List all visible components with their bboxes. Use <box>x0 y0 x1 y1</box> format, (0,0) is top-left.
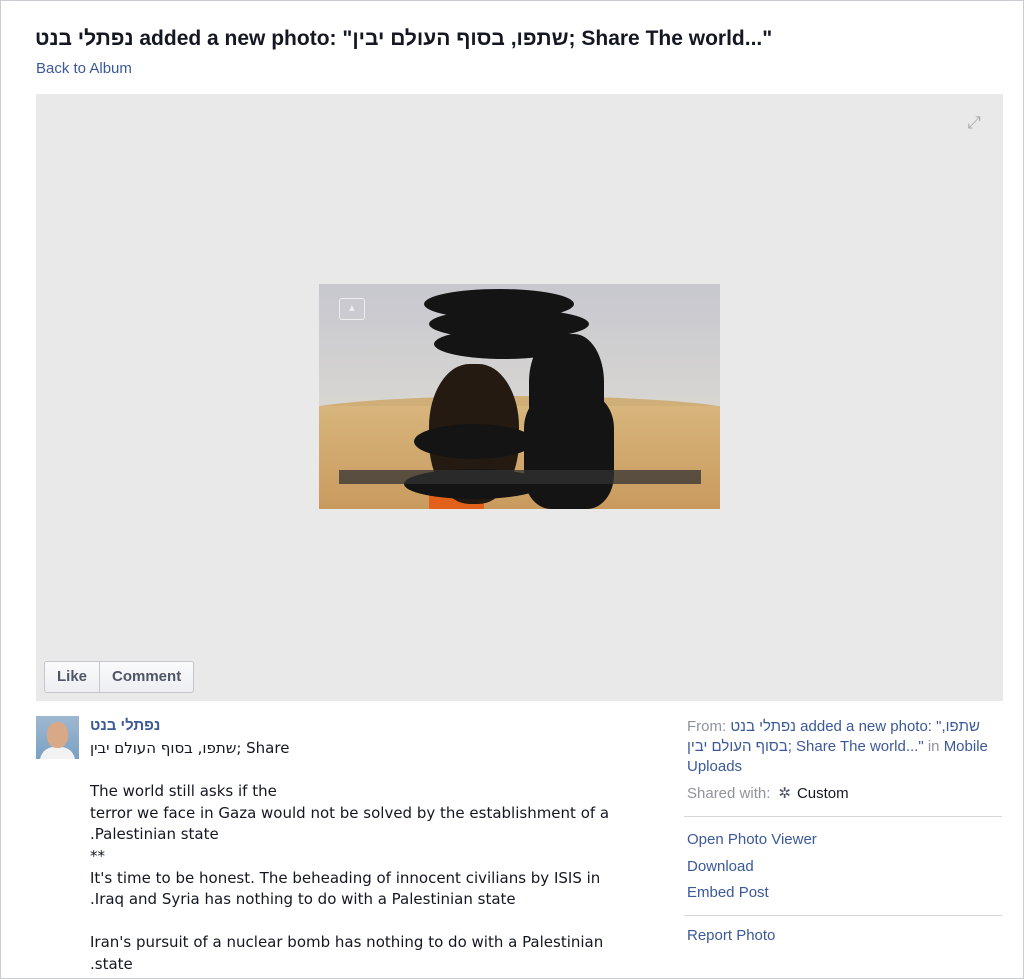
post-caption: שתפו, בסוף העולם יבין; Share The world s… <box>90 738 650 976</box>
caption-line: .state <box>90 954 133 973</box>
shared-with-label: Shared with: <box>687 785 771 802</box>
gear-icon[interactable]: ✲ <box>778 785 791 802</box>
author-name-link[interactable]: נפתלי בנט <box>90 717 160 734</box>
caption-line: .Iraq and Syria has nothing to do with a… <box>90 890 516 909</box>
divider <box>684 914 1002 916</box>
photo-sidebar: From: נפתלי בנט added a new photo: "שתפו… <box>684 717 1003 950</box>
from-label: From: <box>687 718 727 735</box>
like-button[interactable]: Like <box>45 662 99 692</box>
caption-line <box>90 911 650 933</box>
privacy-setting[interactable]: Custom <box>797 785 849 802</box>
page-title: נפתלי בנט added a new photo: "שתפו, בסוף… <box>35 27 773 50</box>
caption-line: .Palestinian state <box>90 825 219 844</box>
photo-action-buttons: Like Comment <box>44 661 195 693</box>
photo-stage: ⤢ ▲ Like Comment <box>36 94 1003 701</box>
censored-photo[interactable]: ▲ <box>319 284 720 509</box>
photo-page: נפתלי בנט added a new photo: "שתפו, בסוף… <box>0 0 1024 979</box>
caption-line: It's time to be honest. The beheading of… <box>90 868 601 887</box>
caption-line: ** <box>90 846 105 865</box>
comment-button[interactable]: Comment <box>99 662 193 692</box>
expand-arrows-icon[interactable]: ⤢ <box>963 112 985 134</box>
channel-logo-icon: ▲ <box>339 298 365 320</box>
report-photo-link[interactable]: Report Photo <box>687 923 1003 950</box>
author-avatar[interactable] <box>36 716 79 759</box>
from-info: From: נפתלי בנט added a new photo: "שתפו… <box>687 717 1003 777</box>
caption-line: The world still asks if the <box>90 782 277 801</box>
back-to-album-link[interactable]: Back to Album <box>36 60 132 77</box>
divider <box>684 816 1002 817</box>
open-photo-viewer-link[interactable]: Open Photo Viewer <box>687 827 1003 854</box>
photo-actions-list: Open Photo Viewer Download Embed Post <box>687 827 1003 907</box>
in-label: in <box>927 738 940 755</box>
embed-post-link[interactable]: Embed Post <box>687 880 1003 907</box>
caption-line: שתפו, בסוף העולם יבין; Share <box>90 739 290 757</box>
download-link[interactable]: Download <box>687 854 1003 881</box>
caption-line: Iran's pursuit of a nuclear bomb has not… <box>90 933 604 952</box>
shared-with: Shared with: ✲ Custom <box>687 784 1003 804</box>
caption-line <box>90 760 650 782</box>
caption-line: terror we face in Gaza would not be solv… <box>90 803 610 822</box>
